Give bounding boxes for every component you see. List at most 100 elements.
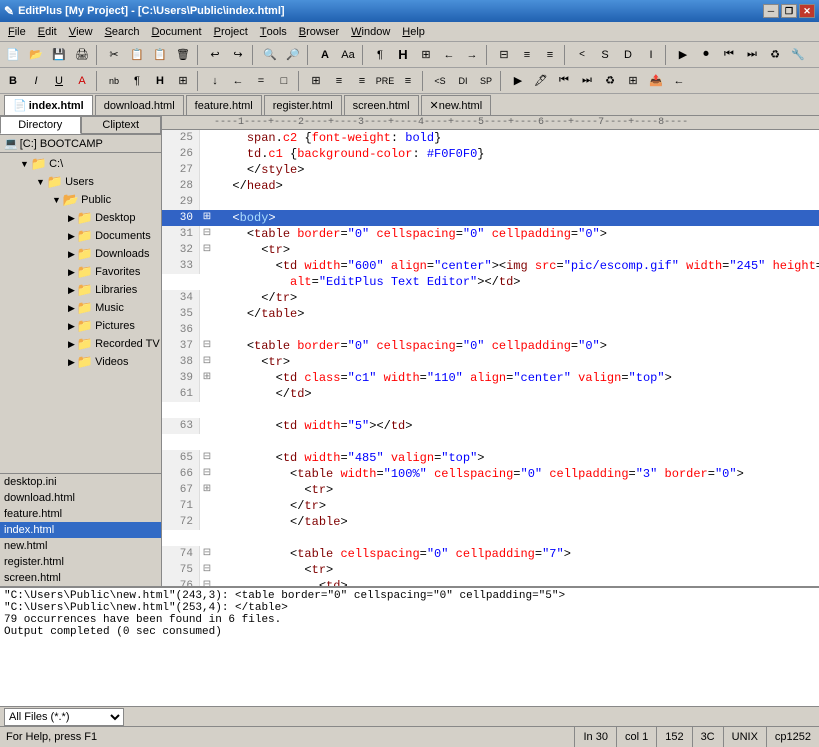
s-btn[interactable]: S xyxy=(594,44,616,66)
tab-feature-html[interactable]: feature.html xyxy=(186,95,262,115)
pen-btn[interactable]: 🖋 xyxy=(530,70,552,92)
paste-button[interactable]: 📋 xyxy=(149,44,171,66)
tab-screen-html[interactable]: screen.html xyxy=(344,95,419,115)
tab-index-html[interactable]: 📄 index.html xyxy=(4,95,93,115)
menu-document[interactable]: Document xyxy=(145,23,207,41)
tree-item-users[interactable]: ▼ 📁 Users xyxy=(0,173,161,191)
undo-button[interactable]: ↩ xyxy=(204,44,226,66)
play-btn[interactable]: ▶ xyxy=(507,70,529,92)
tree-item-libraries[interactable]: ▶ 📁 Libraries xyxy=(0,281,161,299)
menu-browser[interactable]: Browser xyxy=(293,23,345,41)
tree-item-public[interactable]: ▼ 📂 Public xyxy=(0,191,161,209)
tree-item-videos[interactable]: ▶ 📁 Videos xyxy=(0,353,161,371)
close-button[interactable]: ✕ xyxy=(799,4,815,18)
tab-directory[interactable]: Directory xyxy=(0,116,81,134)
list-btn[interactable]: ≡ xyxy=(516,44,538,66)
anchor-btn[interactable]: ↓ xyxy=(204,70,226,92)
tree-item-desktop[interactable]: ▶ 📁 Desktop xyxy=(0,209,161,227)
find-button[interactable]: 🔍 xyxy=(259,44,281,66)
para-btn[interactable]: ¶ xyxy=(126,70,148,92)
file-feature-html[interactable]: feature.html xyxy=(0,506,161,522)
delete-button[interactable]: 🗑 xyxy=(172,44,194,66)
img-btn[interactable]: □ xyxy=(273,70,295,92)
next-btn[interactable]: ⏭ xyxy=(576,70,598,92)
tree-item-music[interactable]: ▶ 📁 Music xyxy=(0,299,161,317)
font-btn[interactable]: Aa xyxy=(337,44,359,66)
tree-item-pictures[interactable]: ▶ 📁 Pictures xyxy=(0,317,161,335)
cut-button[interactable]: ✂ xyxy=(103,44,125,66)
menu-project[interactable]: Project xyxy=(208,23,254,41)
save-button[interactable]: 💾 xyxy=(48,44,70,66)
open-file-button[interactable]: 📂 xyxy=(25,44,47,66)
align-btn[interactable]: ≡ xyxy=(328,70,350,92)
menu-window[interactable]: Window xyxy=(345,23,396,41)
menu-view[interactable]: View xyxy=(63,23,99,41)
italic-html-btn[interactable]: I xyxy=(25,70,47,92)
wordwrap-btn[interactable]: ¶ xyxy=(369,44,391,66)
tab-download-html[interactable]: download.html xyxy=(95,95,184,115)
tree-item-downloads[interactable]: ▶ 📁 Downloads xyxy=(0,245,161,263)
record-btn[interactable]: ⏺ xyxy=(695,44,717,66)
tab-cliptext[interactable]: Cliptext xyxy=(81,116,162,134)
collapse-btn[interactable]: ⊟ xyxy=(493,44,515,66)
indent2-btn[interactable]: ≡ xyxy=(397,70,419,92)
config-btn[interactable]: 🔧 xyxy=(787,44,809,66)
di-btn[interactable]: D xyxy=(617,44,639,66)
pre-btn[interactable]: PRE xyxy=(374,70,396,92)
tab-register-html[interactable]: register.html xyxy=(264,95,342,115)
file-tree[interactable]: ▼ 📁 C:\ ▼ 📁 Users ▼ 📂 Public xyxy=(0,153,161,473)
replace-button[interactable]: 🔎 xyxy=(282,44,304,66)
outdent-btn[interactable]: → xyxy=(461,44,483,66)
back-btn[interactable]: ← xyxy=(227,70,249,92)
back2-btn[interactable]: ← xyxy=(668,70,690,92)
drive-selector[interactable]: 💻 [C:] BOOTCAMP xyxy=(0,135,161,153)
menu-edit[interactable]: Edit xyxy=(32,23,63,41)
tree-item-favorites[interactable]: ▶ 📁 Favorites xyxy=(0,263,161,281)
upload-btn[interactable]: 📤 xyxy=(645,70,667,92)
bold-btn[interactable]: A xyxy=(314,44,336,66)
form-btn[interactable]: ⊞ xyxy=(305,70,327,92)
restore-button[interactable]: ❐ xyxy=(781,4,797,18)
orderlist-btn[interactable]: ≡ xyxy=(539,44,561,66)
step-btn[interactable]: ⏮ xyxy=(718,44,740,66)
file-desktop-ini[interactable]: desktop.ini xyxy=(0,474,161,490)
tab-new-html[interactable]: ✕ new.html xyxy=(421,95,492,115)
file-download-html[interactable]: download.html xyxy=(0,490,161,506)
tree-item-c[interactable]: ▼ 📁 C:\ xyxy=(0,155,161,173)
new-file-button[interactable]: 📄 xyxy=(2,44,24,66)
h-tag-btn[interactable]: H xyxy=(149,70,171,92)
prev-btn[interactable]: ⏮ xyxy=(553,70,575,92)
filetype-select[interactable]: All Files (*.*) xyxy=(4,708,124,726)
align2-btn[interactable]: ≡ xyxy=(351,70,373,92)
underline-html-btn[interactable]: U xyxy=(48,70,70,92)
file-register-html[interactable]: register.html xyxy=(0,554,161,570)
table-btn[interactable]: ⊞ xyxy=(172,70,194,92)
menu-file[interactable]: File xyxy=(2,23,32,41)
copy-button[interactable]: 📋 xyxy=(126,44,148,66)
minimize-button[interactable]: ─ xyxy=(763,4,779,18)
new-tab-btn[interactable]: ⊞ xyxy=(622,70,644,92)
redo-button[interactable]: ↪ xyxy=(227,44,249,66)
font-color-btn[interactable]: A xyxy=(71,70,93,92)
file-new-html[interactable]: new.html xyxy=(0,538,161,554)
indent-btn[interactable]: ← xyxy=(438,44,460,66)
preview-btn[interactable]: ▶ xyxy=(672,44,694,66)
bold-html-btn[interactable]: B xyxy=(2,70,24,92)
sp-btn[interactable]: SP xyxy=(475,70,497,92)
code-content[interactable]: 25 span.c2 {font-weight: bold} 26 td.c1 … xyxy=(162,130,819,586)
s-html-btn[interactable]: <S xyxy=(429,70,451,92)
file-screen-html[interactable]: screen.html xyxy=(0,570,161,586)
menu-tools[interactable]: Tools xyxy=(254,23,293,41)
tools2-btn[interactable]: ♻ xyxy=(764,44,786,66)
refresh-btn[interactable]: ♻ xyxy=(599,70,621,92)
heading-btn[interactable]: H xyxy=(392,44,414,66)
menu-help[interactable]: Help xyxy=(396,23,431,41)
nbsp-btn[interactable]: nb xyxy=(103,70,125,92)
di-html-btn[interactable]: DI xyxy=(452,70,474,92)
run-btn[interactable]: ⏭ xyxy=(741,44,763,66)
tag-btn[interactable]: < xyxy=(571,44,593,66)
print-button[interactable]: 🖨 xyxy=(71,44,93,66)
hr-btn[interactable]: = xyxy=(250,70,272,92)
file-index-html[interactable]: index.html xyxy=(0,522,161,538)
insert-btn[interactable]: ⊞ xyxy=(415,44,437,66)
